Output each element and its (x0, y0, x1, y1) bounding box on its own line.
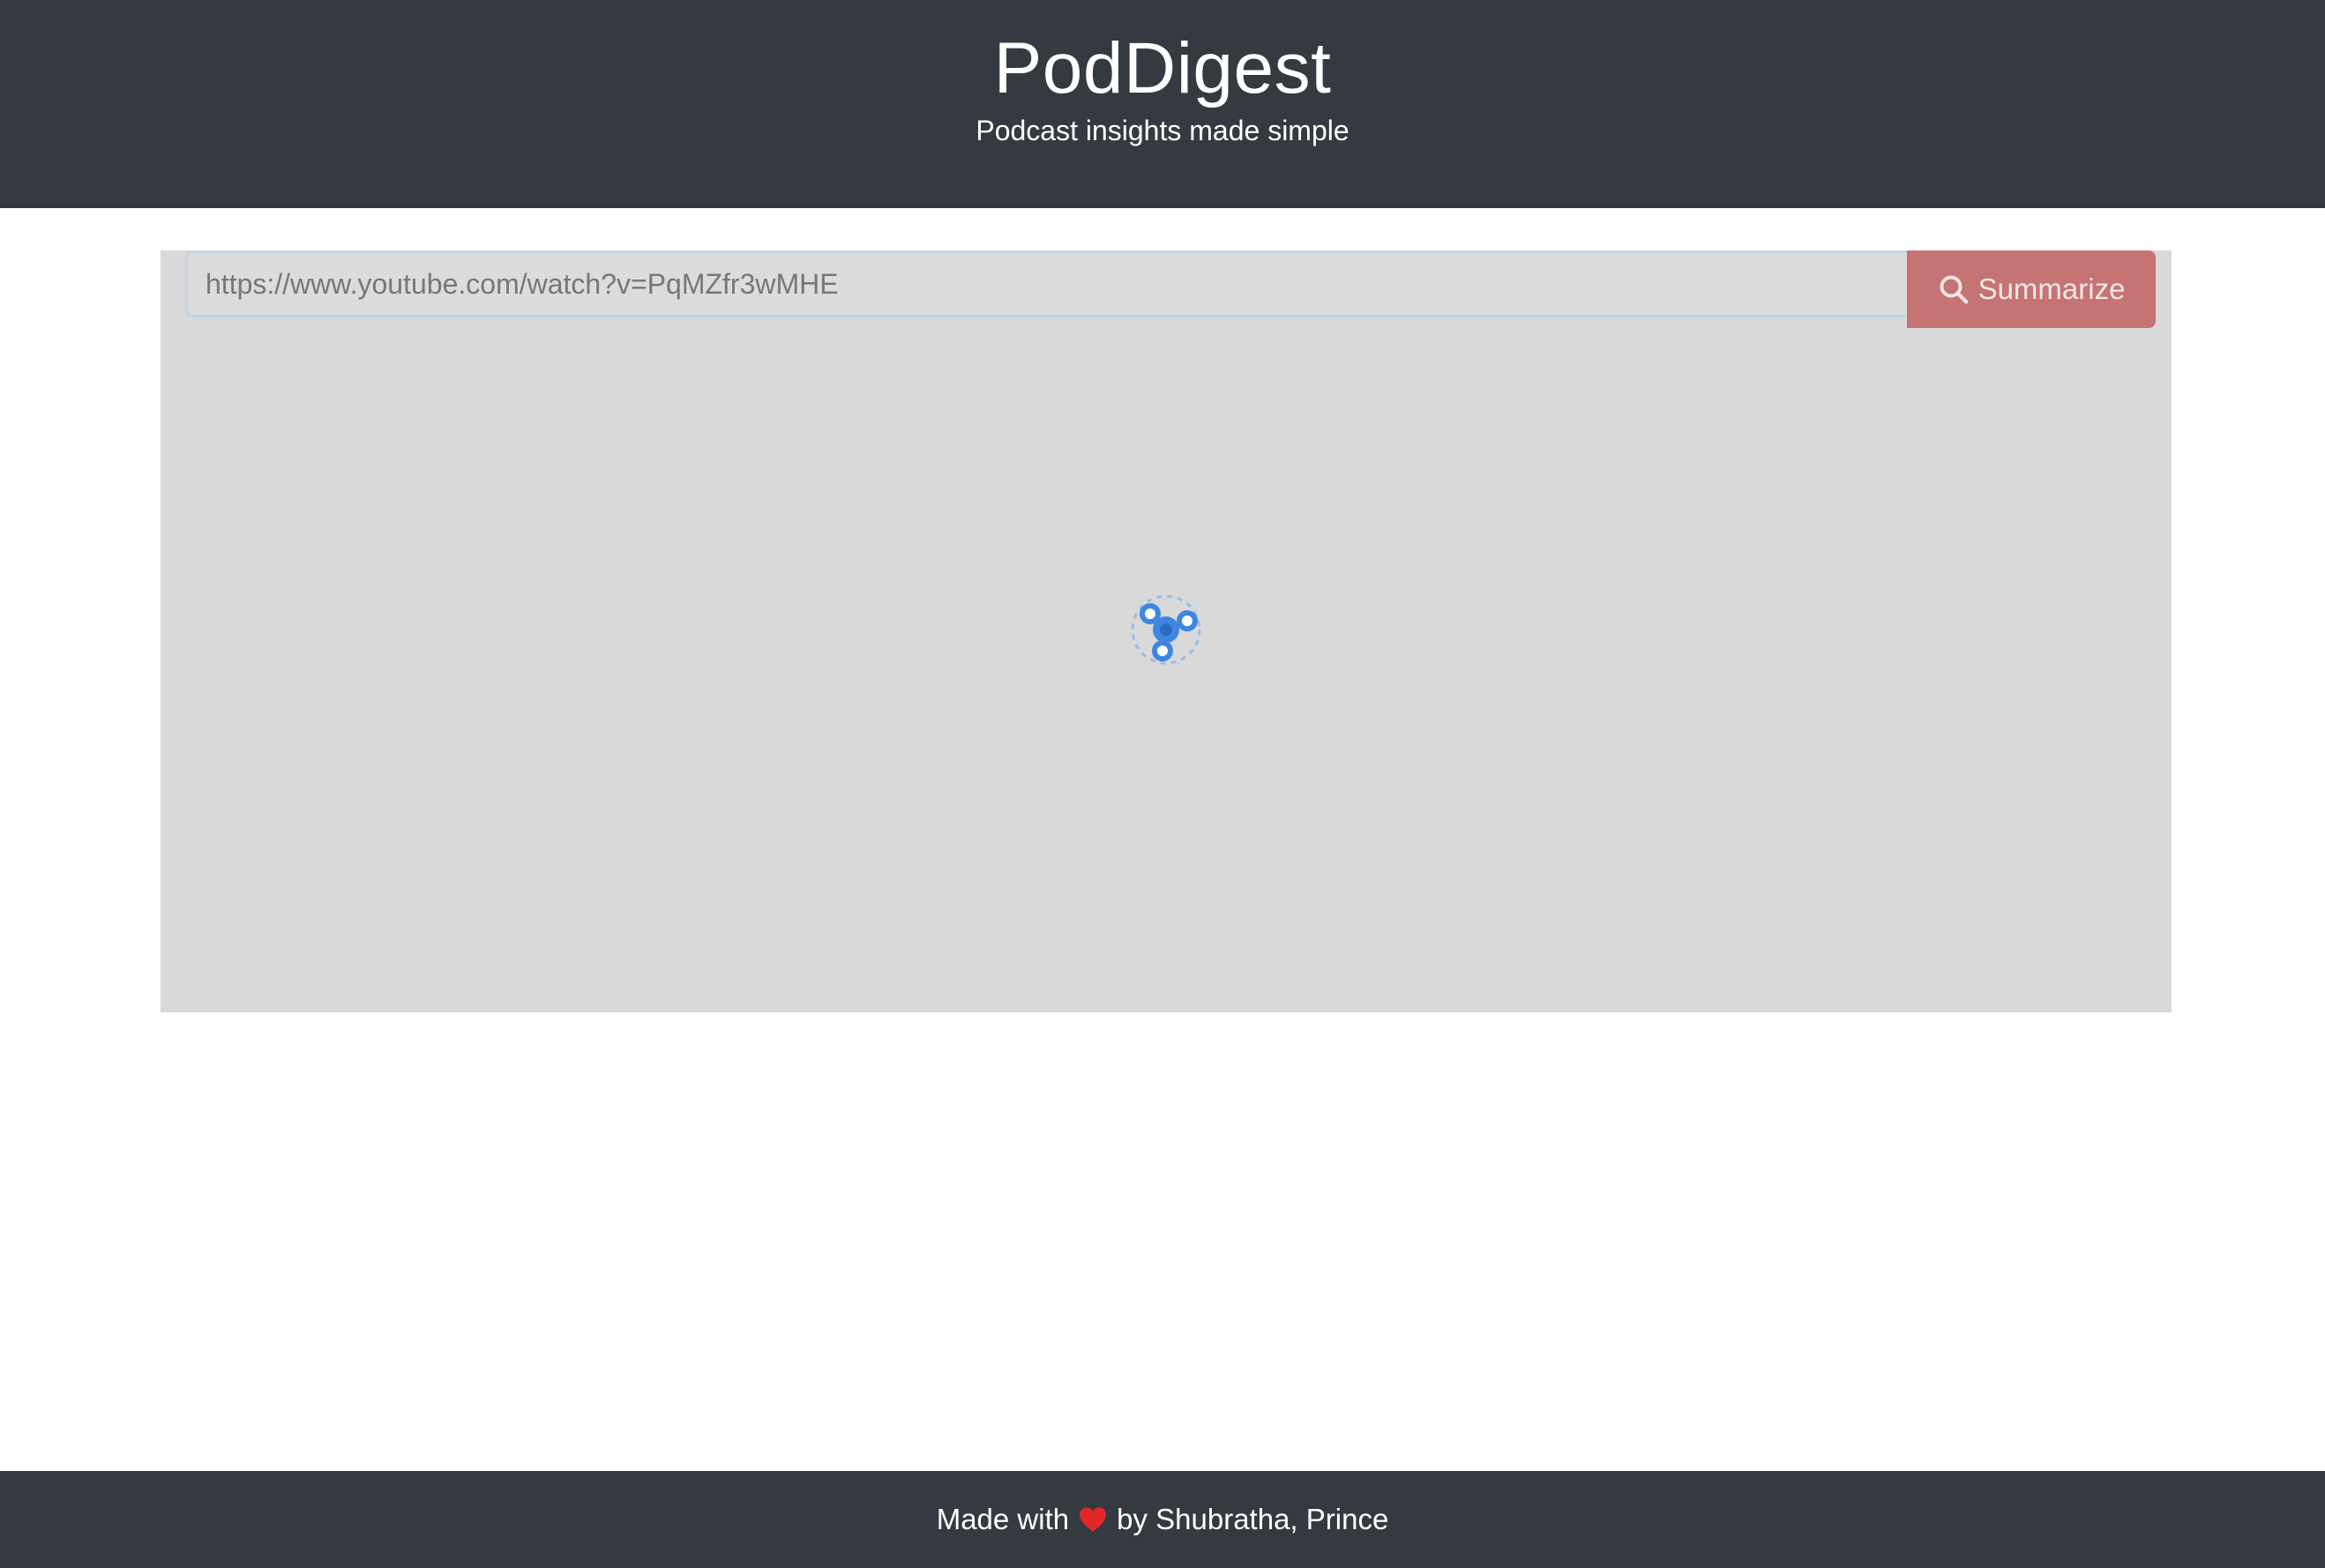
summary-panel: Summarize (161, 250, 2172, 1012)
app-footer: Made with by Shubratha, Prince (0, 1471, 2325, 1568)
footer-credits: by Shubratha, Prince (1117, 1503, 1389, 1535)
fidget-spinner-icon (1129, 593, 1203, 667)
summarize-button-label: Summarize (1977, 273, 2126, 305)
search-bar: Summarize (185, 250, 2156, 328)
heart-icon (1078, 1506, 1108, 1533)
app-header: PodDigest Podcast insights made simple (0, 0, 2325, 208)
url-input[interactable] (185, 250, 1907, 317)
app-subtitle: Podcast insights made simple (976, 115, 1349, 146)
footer-prefix: Made with (936, 1503, 1070, 1535)
summarize-button[interactable]: Summarize (1907, 250, 2156, 328)
app-title: PodDigest (993, 28, 1332, 108)
search-icon (1938, 273, 1970, 305)
